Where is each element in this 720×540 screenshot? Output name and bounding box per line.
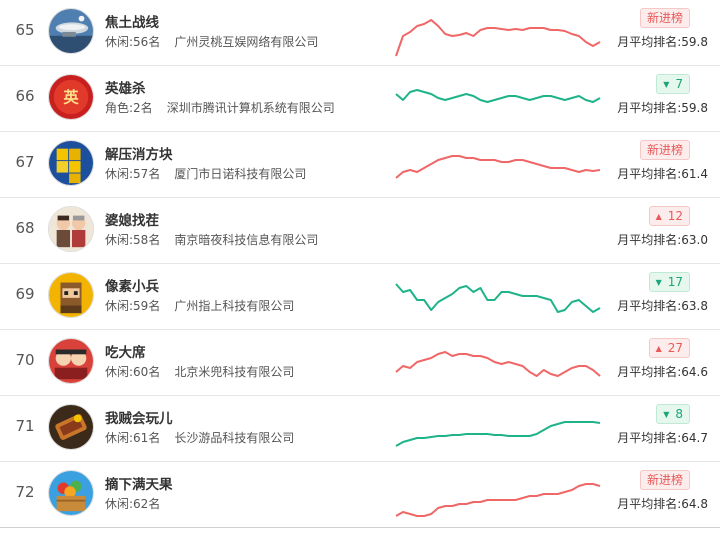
trend-line [395,155,601,179]
monthly-average-rank: 月平均排名:59.8 [617,35,708,49]
trend-line [395,89,601,103]
trend-chart [392,6,604,57]
hero-kill-game-icon[interactable]: 英 [48,74,94,120]
company-name[interactable]: 南京暗夜科技信息有限公司 [174,233,318,247]
fruit-basket-game-icon[interactable] [48,470,94,516]
game-meta: 休闲:57名 厦门市日诺科技有限公司 [105,165,306,182]
trend-line [395,483,601,517]
tank-game-icon[interactable] [48,404,94,450]
ranking-list: 65 焦土战线 休闲:56名 广州灵桃互娱网络有限公司 新进榜 月平均排名:59.… [0,0,720,528]
list-item[interactable]: 65 焦土战线 休闲:56名 广州灵桃互娱网络有限公司 新进榜 月平均排名:59.… [0,0,720,66]
company-name[interactable]: 厦门市日诺科技有限公司 [174,167,306,181]
pixel-soldier-game-icon[interactable] [48,272,94,318]
rank-number: 66 [15,87,35,105]
monthly-average-rank: 月平均排名:64.6 [617,365,708,379]
rank-change-badge: ▼ 7 [656,74,690,94]
status-badge: 新进榜 [639,8,690,28]
list-item[interactable]: 67 解压消方块 休闲:57名 厦门市日诺科技有限公司 新进榜 月平均排名:61.… [0,132,720,198]
rank-number: 72 [15,483,35,501]
rank-change-badge: ▲ 27 [648,338,690,358]
list-item[interactable]: 72 摘下满天果 休闲:62名 新进榜 月平均排名:64.8 [0,462,720,528]
category-rank: 角色:2名 [105,101,153,115]
game-name[interactable]: 婆媳找茬 [105,209,159,229]
category-rank: 休闲:57名 [105,167,161,181]
category-rank: 休闲:58名 [105,233,161,247]
trend-chart [392,138,604,188]
list-item[interactable]: 68 婆媳找茬 休闲:58名 南京暗夜科技信息有限公司 ▲ 12 月平均排名:63.… [0,198,720,264]
monthly-average-rank: 月平均排名:63.0 [617,233,708,247]
game-meta: 休闲:56名 广州灵桃互娱网络有限公司 [105,33,318,50]
list-item[interactable]: 71 我贼会玩儿 休闲:61名 长沙游品科技有限公司 ▼ 8 月平均排名:64.7 [0,396,720,462]
family-spot-game-icon[interactable] [48,206,94,252]
arrow-down-icon: ▼ [663,410,670,419]
status-badge: 新进榜 [639,470,690,490]
game-meta: 休闲:60名 北京米兜科技有限公司 [105,363,294,380]
arrow-up-icon: ▲ [655,212,662,221]
rank-change-value: 17 [667,275,683,289]
trend-chart [392,72,604,122]
trend-chart [392,468,604,518]
rank-change-value: 12 [667,209,683,223]
game-meta: 角色:2名 深圳市腾讯计算机系统有限公司 [105,99,335,116]
game-name[interactable]: 解压消方块 [105,143,173,163]
arrow-down-icon: ▼ [663,80,670,89]
rank-change-value: 7 [675,77,683,91]
trend-line [395,351,601,377]
trend-line [395,421,601,447]
company-name[interactable]: 广州灵桃互娱网络有限公司 [174,35,318,49]
banquet-game-icon[interactable] [48,338,94,384]
company-name[interactable]: 长沙游品科技有限公司 [174,431,294,445]
trend-line [395,283,601,313]
game-meta: 休闲:59名 广州指上科技有限公司 [105,297,294,314]
rank-change-value: 27 [667,341,683,355]
company-name[interactable]: 广州指上科技有限公司 [174,299,294,313]
airship-game-icon[interactable] [48,8,94,54]
rank-change-badge: ▼ 8 [656,404,690,424]
svg-text:英: 英 [63,89,79,107]
status-badge: 新进榜 [639,140,690,160]
rank-number: 69 [15,285,35,303]
trend-chart [392,204,604,254]
blocks-game-icon[interactable] [48,140,94,186]
rank-number: 67 [15,153,35,171]
game-name[interactable]: 焦土战线 [105,11,159,31]
list-item[interactable]: 70 吃大席 休闲:60名 北京米兜科技有限公司 ▲ 27 月平均排名:64.6 [0,330,720,396]
rank-change-value: 8 [675,407,683,421]
trend-chart [392,270,604,320]
game-name[interactable]: 我贼会玩儿 [105,407,173,427]
monthly-average-rank: 月平均排名:59.8 [617,101,708,115]
monthly-average-rank: 月平均排名:63.8 [617,299,708,313]
game-meta: 休闲:62名 [105,495,174,512]
category-rank: 休闲:62名 [105,497,161,511]
category-rank: 休闲:61名 [105,431,161,445]
rank-number: 71 [15,417,35,435]
game-name[interactable]: 摘下满天果 [105,473,173,493]
game-name[interactable]: 吃大席 [105,341,146,361]
monthly-average-rank: 月平均排名:64.8 [617,497,708,511]
company-name[interactable]: 深圳市腾讯计算机系统有限公司 [167,101,335,115]
arrow-up-icon: ▲ [655,344,662,353]
game-meta: 休闲:61名 长沙游品科技有限公司 [105,429,294,446]
trend-line [395,19,601,57]
monthly-average-rank: 月平均排名:64.7 [617,431,708,445]
company-name[interactable]: 北京米兜科技有限公司 [174,365,294,379]
trend-chart [392,402,604,452]
arrow-down-icon: ▼ [655,278,662,287]
category-rank: 休闲:59名 [105,299,161,313]
rank-number: 65 [15,21,35,39]
rank-number: 70 [15,351,35,369]
rank-number: 68 [15,219,35,237]
rank-change-badge: ▼ 17 [648,272,690,292]
category-rank: 休闲:56名 [105,35,161,49]
category-rank: 休闲:60名 [105,365,161,379]
game-meta: 休闲:58名 南京暗夜科技信息有限公司 [105,231,318,248]
list-item[interactable]: 69 像素小兵 休闲:59名 广州指上科技有限公司 ▼ 17 月平均排名:63.8 [0,264,720,330]
list-item[interactable]: 66 英 英雄杀 角色:2名 深圳市腾讯计算机系统有限公司 ▼ 7 月平均排名:59… [0,66,720,132]
monthly-average-rank: 月平均排名:61.4 [617,167,708,181]
game-name[interactable]: 像素小兵 [105,275,159,295]
trend-chart [392,336,604,386]
rank-change-badge: ▲ 12 [648,206,690,226]
game-name[interactable]: 英雄杀 [105,77,146,97]
